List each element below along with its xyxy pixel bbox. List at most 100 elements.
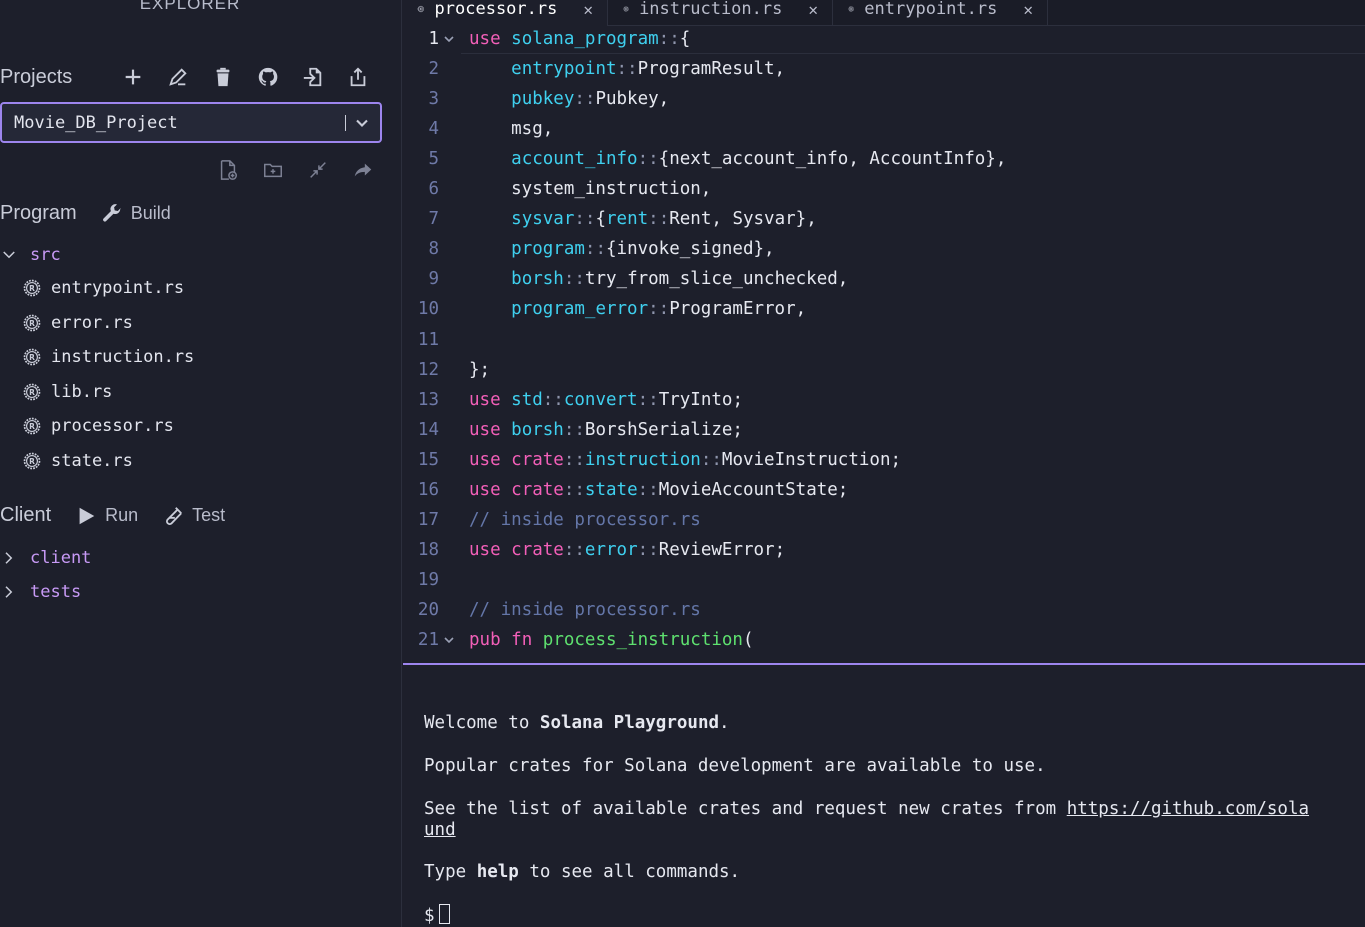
fold-chevron-icon[interactable]: [443, 634, 455, 646]
code-line: 5 account_info::{next_account_info, Acco…: [403, 144, 1365, 174]
rust-icon: R: [23, 418, 41, 435]
project-select[interactable]: Movie_DB_Project: [0, 102, 382, 143]
build-label: Build: [130, 203, 171, 223]
code-text: pub fn process_instruction(: [469, 630, 754, 650]
share-icon[interactable]: [340, 155, 385, 185]
tab-label: processor.rs: [434, 0, 558, 19]
folder-label: client: [30, 548, 92, 568]
line-number: 3: [428, 89, 439, 110]
folder-label: tests: [30, 582, 82, 602]
tab-entrypoint[interactable]: R entrypoint.rs ✕: [834, 0, 1048, 26]
terminal-help-line: Type help to see all commands.: [424, 862, 741, 882]
play-icon: [79, 507, 95, 524]
tab-label: instruction.rs: [639, 0, 783, 19]
code-text: // inside processor.rs: [469, 599, 701, 620]
code-line: 6 system_instruction,: [403, 174, 1365, 204]
folder-tests[interactable]: tests: [0, 582, 81, 602]
code-line: 15 use crate::instruction::MovieInstructi…: [403, 445, 1365, 475]
project-select-value: Movie_DB_Project: [14, 112, 178, 133]
code-line: 7 sysvar::{rent::Rent, Sysvar},: [403, 204, 1365, 234]
code-line: 10 program_error::ProgramError,: [403, 294, 1365, 324]
new-folder-icon[interactable]: [250, 155, 295, 185]
code-line: 18 use crate::error::ReviewError;: [403, 535, 1365, 565]
collapse-icon[interactable]: [295, 155, 340, 185]
close-icon[interactable]: ✕: [808, 0, 818, 19]
svg-text:R: R: [29, 422, 35, 431]
code-text: use borsh::BorshSerialize;: [469, 419, 743, 440]
rust-icon: R: [623, 6, 629, 12]
code-line: 4 msg,: [403, 114, 1365, 144]
svg-text:R: R: [29, 353, 35, 362]
code-line: 13 use std::convert::TryInto;: [403, 385, 1365, 415]
file-item[interactable]: Rlib.rs: [22, 382, 112, 402]
github-icon[interactable]: [245, 62, 290, 92]
file-item[interactable]: Rentrypoint.rs: [22, 278, 184, 298]
export-icon[interactable]: [335, 62, 380, 92]
code-line: 17 // inside processor.rs: [403, 505, 1365, 535]
chevron-right-icon: [5, 552, 13, 564]
file-item[interactable]: Rprocessor.rs: [22, 416, 174, 436]
file-label: lib.rs: [51, 381, 113, 402]
code-line: 14 use borsh::BorshSerialize;: [403, 415, 1365, 445]
terminal-list-line-wrap: und: [424, 820, 456, 840]
test-tube-icon: [166, 506, 183, 525]
code-line: 11: [403, 325, 1365, 355]
line-number: 15: [417, 449, 439, 470]
line-number: 6: [428, 179, 439, 200]
rust-icon: R: [23, 348, 41, 366]
terminal[interactable]: Welcome to Solana Playground. Popular cr…: [403, 665, 1365, 927]
rust-icon: R: [23, 314, 41, 331]
code-line: 8 program::{invoke_signed},: [403, 234, 1365, 264]
file-label: error.rs: [51, 312, 133, 333]
line-number: 18: [417, 539, 439, 560]
editor-tabs: R processor.rs ✕ R instruction.rs ✕ R en…: [403, 0, 1365, 26]
code-line: 21 pub fn process_instruction(: [403, 625, 1365, 655]
terminal-crates-line: Popular crates for Solana development ar…: [424, 756, 1046, 776]
test-button[interactable]: Test: [162, 505, 225, 527]
close-icon[interactable]: ✕: [1023, 0, 1033, 19]
explorer-sidebar: EXPLORER Projects Movie_DB_Project Progr…: [0, 0, 402, 927]
file-label: processor.rs: [51, 416, 174, 437]
code-editor[interactable]: 1 use solana_program::{2 entrypoint::Prog…: [403, 26, 1365, 663]
plus-icon[interactable]: [110, 62, 155, 92]
svg-text:R: R: [29, 388, 35, 397]
file-item[interactable]: Rstate.rs: [22, 451, 133, 471]
rust-icon: R: [23, 383, 41, 401]
close-icon[interactable]: ✕: [583, 0, 593, 19]
chevron-down-icon: [356, 119, 368, 127]
folder-src[interactable]: src: [0, 245, 61, 265]
code-text: use crate::instruction::MovieInstruction…: [469, 449, 902, 470]
client-label: Client: [0, 504, 52, 526]
file-item[interactable]: Rerror.rs: [22, 313, 133, 333]
build-button[interactable]: Build: [101, 203, 171, 225]
file-tools: [205, 155, 385, 185]
code-line: 3 pubkey::Pubkey,: [403, 84, 1365, 114]
import-icon[interactable]: [290, 62, 335, 92]
client-header: Client Run Test: [0, 504, 225, 527]
crates-link[interactable]: https://github.com/sola: [1067, 799, 1309, 819]
folder-client[interactable]: client: [0, 548, 91, 568]
code-line: 9 borsh::try_from_slice_unchecked,: [403, 264, 1365, 294]
tab-instruction[interactable]: R instruction.rs ✕: [609, 0, 833, 26]
rename-icon[interactable]: [155, 62, 200, 92]
run-button[interactable]: Run: [75, 505, 138, 527]
code-text: use crate::error::ReviewError;: [469, 539, 786, 560]
line-number: 14: [417, 419, 439, 440]
line-number: 11: [417, 329, 439, 350]
terminal-prompt[interactable]: $: [424, 904, 450, 926]
program-header: Program Build: [0, 202, 171, 225]
code-line: 19: [403, 565, 1365, 595]
tab-processor[interactable]: R processor.rs ✕: [403, 0, 608, 26]
line-number: 17: [417, 509, 439, 530]
code-text: // inside processor.rs: [469, 509, 701, 530]
crates-link-wrap[interactable]: und: [424, 820, 456, 840]
new-file-icon[interactable]: [205, 155, 250, 185]
line-number: 12: [417, 359, 439, 380]
trash-icon[interactable]: [200, 62, 245, 92]
code-text: };: [469, 359, 491, 380]
file-item[interactable]: Rinstruction.rs: [22, 347, 194, 367]
rust-icon: R: [848, 6, 854, 12]
svg-text:R: R: [29, 319, 35, 328]
code-text: account_info::{next_account_info, Accoun…: [511, 149, 1007, 170]
fold-chevron-icon[interactable]: [443, 33, 455, 45]
